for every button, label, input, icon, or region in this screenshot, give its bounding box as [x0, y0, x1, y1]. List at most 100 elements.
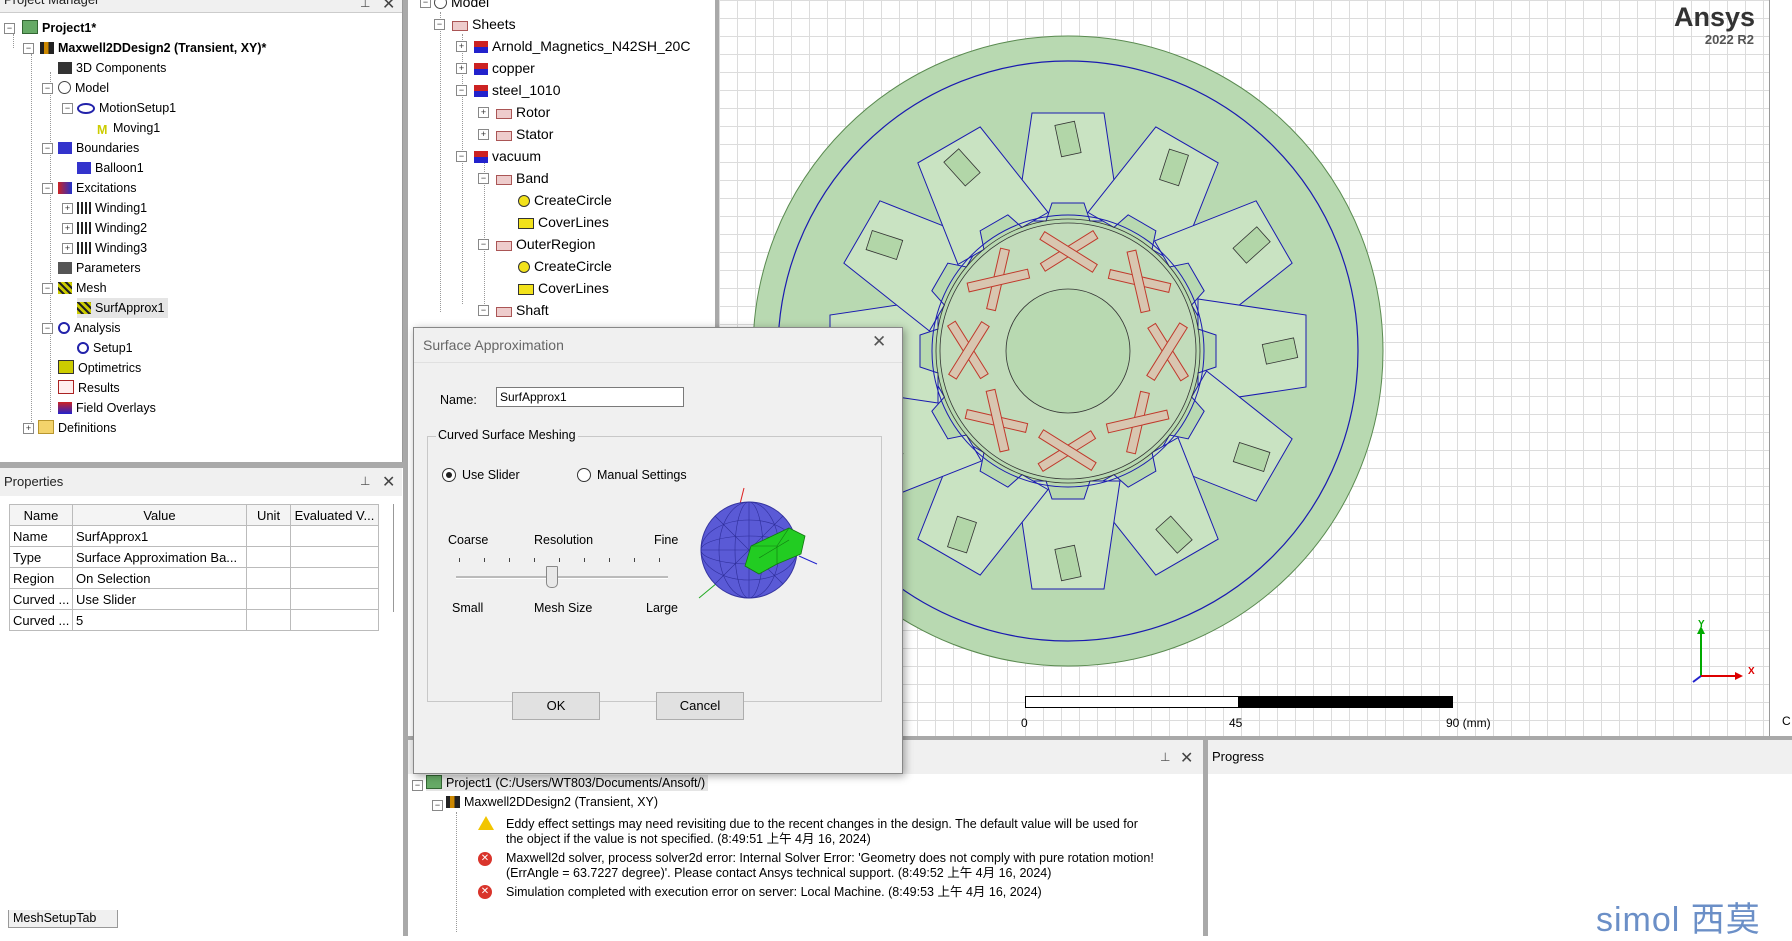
tree-item-outerregion[interactable]: OuterRegion — [496, 234, 595, 254]
expand-toggle[interactable]: − — [478, 305, 489, 316]
tree-item-rotor[interactable]: Rotor — [496, 102, 550, 122]
expand-toggle[interactable]: − — [42, 323, 53, 334]
column-header[interactable]: Value — [72, 504, 247, 526]
tree-item-model[interactable]: Model — [58, 78, 109, 98]
tree-item-project[interactable]: Project1* — [22, 18, 96, 38]
manual-settings-radio[interactable] — [577, 468, 591, 482]
tree-item-material-vacuum[interactable]: vacuum — [474, 146, 541, 166]
expand-toggle[interactable]: − — [42, 183, 53, 194]
pin-icon[interactable]: ⊥ — [360, 0, 370, 10]
table-cell[interactable]: Use Slider — [72, 588, 247, 610]
table-cell[interactable]: On Selection — [72, 567, 247, 589]
message-project[interactable]: Project1 (C:/Users/WT803/Documents/Ansof… — [426, 775, 709, 791]
tree-item-shaft[interactable]: Shaft — [496, 300, 549, 320]
expand-toggle[interactable]: − — [434, 19, 445, 30]
slider-tick — [559, 558, 560, 562]
ok-button[interactable]: OK — [512, 692, 600, 720]
tree-item-stator[interactable]: Stator — [496, 124, 553, 144]
folder-icon — [38, 420, 54, 434]
tree-item-createcircle[interactable]: CreateCircle — [518, 190, 612, 210]
tree-item-parameters[interactable]: Parameters — [58, 258, 141, 278]
tree-item-results[interactable]: Results — [58, 378, 120, 398]
use-slider-radio[interactable] — [442, 468, 456, 482]
table-cell[interactable]: Surface Approximation Ba... — [72, 546, 247, 568]
expand-toggle[interactable]: + — [478, 107, 489, 118]
tree-item-model[interactable]: Model — [434, 0, 489, 12]
pin-icon[interactable]: ⊥ — [1160, 750, 1170, 764]
cancel-button[interactable]: Cancel — [656, 692, 744, 720]
tree-item-material-magnet[interactable]: Arnold_Magnetics_N42SH_20C — [474, 36, 690, 56]
tree-item-band[interactable]: Band — [496, 168, 549, 188]
use-slider-label[interactable]: Use Slider — [462, 468, 520, 482]
tab-meshsetuptab[interactable]: MeshSetupTab — [8, 910, 118, 928]
tree-item-balloon[interactable]: Balloon1 — [77, 158, 144, 178]
dialog-close-icon[interactable]: ✕ — [872, 332, 886, 352]
expand-toggle[interactable]: + — [62, 203, 73, 214]
close-icon[interactable]: ✕ — [382, 0, 395, 14]
pin-icon[interactable]: ⊥ — [360, 474, 370, 488]
tree-item-field-overlays[interactable]: Field Overlays — [58, 398, 156, 418]
tree-item-mesh[interactable]: Mesh — [58, 278, 107, 298]
expand-toggle[interactable]: − — [456, 85, 467, 96]
tree-item-coverlines[interactable]: CoverLines — [518, 278, 609, 298]
tree-item-analysis[interactable]: Analysis — [58, 318, 121, 338]
name-input[interactable] — [496, 387, 684, 407]
tree-item-coverlines[interactable]: CoverLines — [518, 212, 609, 232]
tree-item-winding1[interactable]: Winding1 — [77, 198, 147, 218]
slider-thumb[interactable] — [546, 566, 559, 588]
expand-toggle[interactable]: + — [62, 243, 73, 254]
table-row[interactable]: Curved ... Use Slider — [9, 588, 394, 610]
tree-item-optimetrics[interactable]: Optimetrics — [58, 358, 141, 378]
tree-item-winding2[interactable]: Winding2 — [77, 218, 147, 238]
manual-settings-label[interactable]: Manual Settings — [597, 468, 687, 482]
expand-toggle[interactable]: − — [42, 283, 53, 294]
expand-toggle[interactable]: − — [478, 239, 489, 250]
column-header[interactable]: Evaluated V... — [290, 504, 379, 526]
expand-toggle[interactable]: − — [4, 23, 15, 34]
expand-toggle[interactable]: + — [456, 41, 467, 52]
expand-toggle[interactable]: + — [478, 129, 489, 140]
table-row[interactable]: Type Surface Approximation Ba... — [9, 546, 394, 568]
expand-toggle[interactable]: − — [478, 173, 489, 184]
message-design[interactable]: Maxwell2DDesign2 (Transient, XY) — [446, 795, 658, 810]
table-row[interactable]: Region On Selection — [9, 567, 394, 589]
surface-approximation-dialog: Surface Approximation ✕ Name: Curved Sur… — [413, 327, 903, 774]
tree-item-setup[interactable]: Setup1 — [77, 338, 133, 358]
tree-item-moving[interactable]: M Moving1 — [97, 118, 160, 138]
table-cell: Type — [9, 546, 73, 568]
column-header[interactable]: Unit — [246, 504, 291, 526]
expand-toggle[interactable]: − — [42, 83, 53, 94]
table-row[interactable]: Curved ... 5 — [9, 609, 394, 631]
expand-toggle[interactable]: + — [23, 423, 34, 434]
tree-item-material-steel[interactable]: steel_1010 — [474, 80, 561, 100]
tree-item-sheets[interactable]: Sheets — [452, 14, 516, 34]
expand-toggle[interactable]: − — [42, 143, 53, 154]
tree-item-excitations[interactable]: Excitations — [58, 178, 136, 198]
expand-toggle[interactable]: + — [62, 223, 73, 234]
right-side-panel: C — [1769, 0, 1792, 736]
tree-item-surfapprox[interactable]: SurfApprox1 — [77, 298, 169, 318]
expand-toggle[interactable]: + — [456, 63, 467, 74]
expand-toggle[interactable]: − — [420, 0, 431, 8]
table-row[interactable]: Name SurfApprox1 — [9, 525, 394, 547]
tree-item-motionsetup[interactable]: MotionSetup1 — [77, 98, 176, 118]
tree-item-design[interactable]: Maxwell2DDesign2 (Transient, XY)* — [40, 38, 266, 58]
expand-toggle[interactable]: − — [432, 800, 443, 811]
table-cell[interactable]: SurfApprox1 — [72, 525, 247, 547]
tree-item-createcircle[interactable]: CreateCircle — [518, 256, 612, 276]
tree-item-definitions[interactable]: Definitions — [38, 418, 116, 438]
tree-item-winding3[interactable]: Winding3 — [77, 238, 147, 258]
tree-item-material-copper[interactable]: copper — [474, 58, 535, 78]
table-cell[interactable]: 5 — [72, 609, 247, 631]
close-icon[interactable]: ✕ — [382, 472, 395, 492]
column-header[interactable]: Name — [9, 504, 73, 526]
tree-item-boundaries[interactable]: Boundaries — [58, 138, 139, 158]
tree-item-3d-components[interactable]: 3D Components — [58, 58, 166, 78]
expand-toggle[interactable]: − — [456, 151, 467, 162]
expand-toggle[interactable]: − — [62, 103, 73, 114]
slider-track[interactable] — [456, 576, 668, 579]
dialog-title: Surface Approximation — [423, 337, 564, 353]
close-icon[interactable]: ✕ — [1180, 748, 1193, 768]
expand-toggle[interactable]: − — [412, 780, 423, 791]
expand-toggle[interactable]: − — [23, 43, 34, 54]
